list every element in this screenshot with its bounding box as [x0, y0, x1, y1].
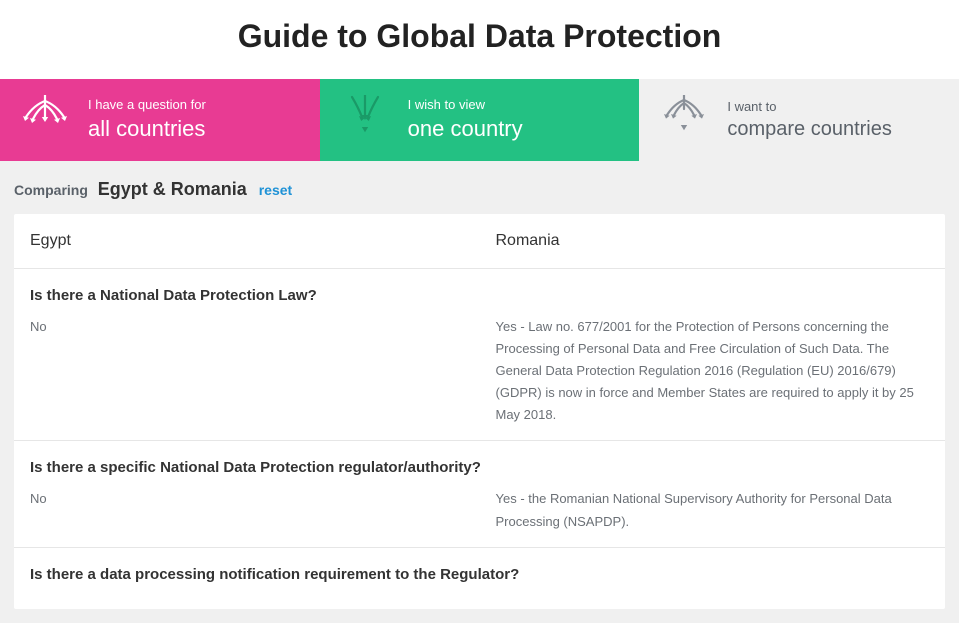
split-down-icon	[659, 95, 709, 145]
tabs-row: I have a question for all countries	[0, 79, 959, 161]
page-title: Guide to Global Data Protection	[0, 0, 959, 79]
compare-panel: Egypt Romania Is there a National Data P…	[14, 214, 945, 609]
country-header-left: Egypt	[14, 214, 480, 268]
tab-line2: compare countries	[727, 117, 892, 141]
answer-left: No	[14, 316, 480, 426]
tab-text: I have a question for all countries	[88, 97, 206, 142]
country-headers: Egypt Romania	[14, 214, 945, 269]
question: Is there a data processing notification …	[14, 548, 945, 595]
tab-one-country[interactable]: I wish to view one country	[320, 79, 640, 161]
answers-row: No Yes - the Romanian National Superviso…	[14, 488, 945, 532]
question: Is there a National Data Protection Law?	[14, 269, 945, 316]
tab-all-countries[interactable]: I have a question for all countries	[0, 79, 320, 161]
qa-section: Is there a National Data Protection Law?…	[14, 269, 945, 441]
tab-compare-countries[interactable]: I want to compare countries	[639, 79, 959, 161]
answer-right: Yes - Law no. 677/2001 for the Protectio…	[480, 316, 946, 426]
qa-section: Is there a specific National Data Protec…	[14, 441, 945, 547]
tab-text: I wish to view one country	[408, 97, 523, 142]
comparing-value: Egypt & Romania	[98, 179, 247, 199]
comparing-bar: Comparing Egypt & Romania reset	[0, 161, 959, 214]
comparing-label: Comparing	[14, 182, 88, 198]
tab-line1: I want to	[727, 99, 892, 116]
converge-down-icon	[340, 95, 390, 145]
answer-right: Yes - the Romanian National Supervisory …	[480, 488, 946, 532]
spread-down-icon	[20, 95, 70, 145]
content-wrap: Egypt Romania Is there a National Data P…	[0, 214, 959, 623]
tab-line2: all countries	[88, 116, 206, 142]
answers-row: No Yes - Law no. 677/2001 for the Protec…	[14, 316, 945, 426]
tab-line1: I wish to view	[408, 97, 523, 114]
tab-line1: I have a question for	[88, 97, 206, 114]
question: Is there a specific National Data Protec…	[14, 441, 945, 488]
reset-link[interactable]: reset	[259, 182, 292, 198]
answer-left: No	[14, 488, 480, 532]
tab-text: I want to compare countries	[727, 99, 892, 142]
country-header-right: Romania	[480, 214, 946, 268]
qa-section: Is there a data processing notification …	[14, 548, 945, 609]
tab-line2: one country	[408, 116, 523, 142]
